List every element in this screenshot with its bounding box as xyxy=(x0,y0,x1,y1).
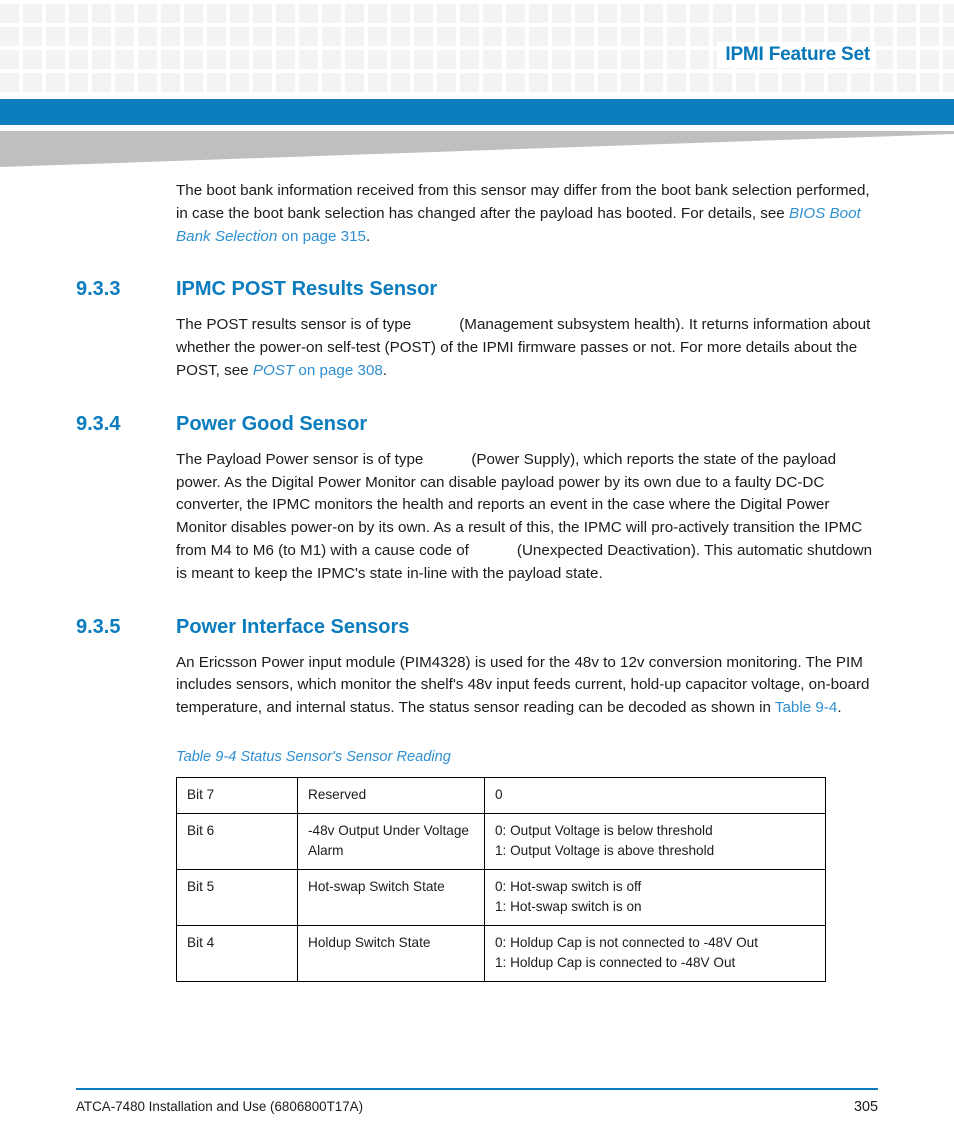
section-heading-934: 9.3.4 Power Good Sensor xyxy=(0,409,954,439)
section-number: 9.3.4 xyxy=(76,412,121,435)
status-sensor-reading-table: Bit 7 Reserved 0 Bit 6 -48v Output Under… xyxy=(176,776,826,982)
table-row: Bit 7 Reserved 0 xyxy=(176,776,826,814)
section-heading-933: 9.3.3 IPMC POST Results Sensor xyxy=(0,274,954,304)
section-935-paragraph: An Ericsson Power input module (PIM4328)… xyxy=(176,652,876,720)
table-cell-name: Reserved xyxy=(297,776,485,814)
desc-line: 0: Output Voltage is below threshold xyxy=(495,822,713,838)
desc-line: 1: Holdup Cap is connected to -48V Out xyxy=(495,954,736,970)
table-row: Bit 4 Holdup Switch State 0: Holdup Cap … xyxy=(176,924,826,982)
table-cell-desc: 0: Hot-swap switch is off 1: Hot-swap sw… xyxy=(484,868,826,926)
page-footer: ATCA-7480 Installation and Use (6806800T… xyxy=(76,1088,878,1115)
table-9-4-link[interactable]: Table 9-4 xyxy=(775,699,837,716)
table-cell-name: Hot-swap Switch State xyxy=(297,868,485,926)
post-link[interactable]: POST xyxy=(253,362,294,379)
section-934-paragraph: The Payload Power sensor is of type (Powe… xyxy=(176,449,876,586)
section-heading-935: 9.3.5 Power Interface Sensors xyxy=(0,612,954,642)
footer-page-number: 305 xyxy=(853,1099,878,1115)
page-title: IPMI Feature Set xyxy=(717,42,876,68)
table-caption: Table 9-4 Status Sensor's Sensor Reading xyxy=(176,748,451,765)
page-content: The boot bank information received from … xyxy=(0,180,954,982)
table-cell-desc: 0: Holdup Cap is not connected to -48V O… xyxy=(484,924,826,982)
table-cell-bit: Bit 6 xyxy=(176,812,298,870)
section-933-paragraph: The POST results sensor is of type (Manag… xyxy=(176,314,876,382)
footer-divider xyxy=(76,1088,878,1090)
section-number: 9.3.3 xyxy=(76,278,121,301)
desc-line: 0 xyxy=(495,786,503,802)
table-cell-name: Holdup Switch State xyxy=(297,924,485,982)
para-text-part1: An Ericsson Power input module (PIM4328)… xyxy=(176,653,870,717)
section-title: Power Good Sensor xyxy=(176,412,368,435)
footer-row: ATCA-7480 Installation and Use (6806800T… xyxy=(76,1099,878,1115)
header-blue-banner xyxy=(0,99,954,125)
header-grid-row xyxy=(0,4,954,23)
section-title: Power Interface Sensors xyxy=(176,615,410,638)
header-grid-cells xyxy=(0,4,954,23)
footer-document-title: ATCA-7480 Installation and Use (6806800T… xyxy=(76,1099,364,1114)
table-row: Bit 5 Hot-swap Switch State 0: Hot-swap … xyxy=(176,868,826,926)
para-text-part1: The Payload Power sensor is of type xyxy=(176,450,424,468)
header-grid-cells xyxy=(0,73,954,92)
header-grid-row xyxy=(0,73,954,92)
section-title: IPMC POST Results Sensor xyxy=(176,278,438,301)
table-cell-bit: Bit 7 xyxy=(176,776,298,814)
para-text-part2: . xyxy=(837,699,842,717)
desc-line: 0: Hot-swap switch is off xyxy=(495,878,642,894)
para-text-part1: The POST results sensor is of type xyxy=(176,316,412,334)
header-gray-swoosh xyxy=(0,131,954,167)
desc-line: 1: Hot-swap switch is on xyxy=(495,898,642,914)
table-cell-desc: 0: Output Voltage is below threshold 1: … xyxy=(484,812,826,870)
bios-boot-bank-page-link[interactable]: on page 315 xyxy=(277,228,366,245)
table-body: Bit 7 Reserved 0 Bit 6 -48v Output Under… xyxy=(176,776,826,982)
page-header: IPMI Feature Set xyxy=(0,0,954,92)
desc-line: 0: Holdup Cap is not connected to -48V O… xyxy=(495,934,758,950)
desc-line: 1: Output Voltage is above threshold xyxy=(495,842,715,858)
intro-paragraph: The boot bank information received from … xyxy=(176,180,876,248)
table-cell-desc: 0 xyxy=(484,776,826,814)
section-number: 9.3.5 xyxy=(76,615,121,638)
post-page-link[interactable]: on page 308 xyxy=(294,362,382,379)
table-row: Bit 6 -48v Output Under Voltage Alarm 0:… xyxy=(176,812,826,870)
intro-text: The boot bank information received from … xyxy=(176,182,870,222)
intro-text-end: . xyxy=(366,227,371,245)
para-text-part3: . xyxy=(382,361,388,379)
table-cell-name: -48v Output Under Voltage Alarm xyxy=(297,812,485,870)
table-cell-bit: Bit 5 xyxy=(176,868,298,926)
table-cell-bit: Bit 4 xyxy=(176,924,298,982)
